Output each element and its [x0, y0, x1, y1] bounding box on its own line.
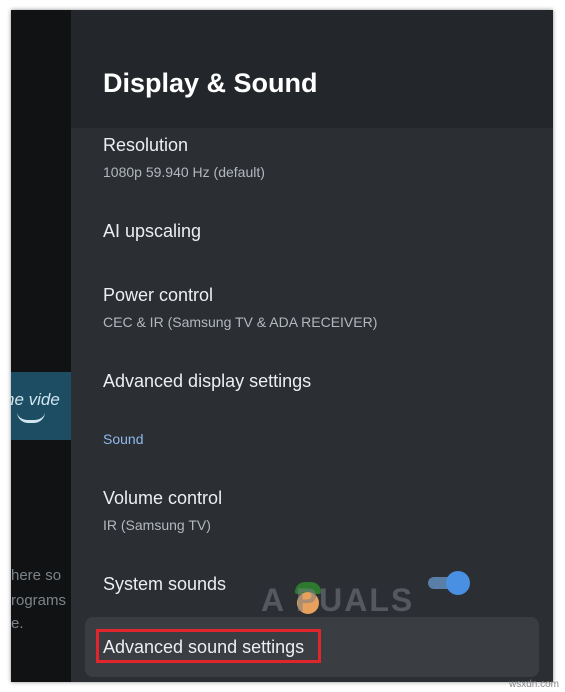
settings-item-volume-control[interactable]: Volume control IR (Samsung TV): [103, 488, 533, 533]
volume-control-value: IR (Samsung TV): [103, 517, 211, 533]
resolution-label: Resolution: [103, 135, 189, 155]
display-sound-settings-panel: Display & Sound Resolution 1080p 59.940 …: [71, 10, 553, 682]
volume-control-label: Volume control: [103, 488, 223, 508]
prime-video-tile-text: ne vide: [11, 390, 60, 409]
section-header-sound: Sound: [103, 431, 144, 447]
advanced-sound-label: Advanced sound settings: [103, 637, 305, 657]
prime-video-smile-icon: [17, 412, 45, 423]
settings-item-ai-upscaling[interactable]: AI upscaling: [103, 221, 533, 242]
background-text-line: here so: [11, 567, 62, 584]
settings-item-power-control[interactable]: Power control CEC & IR (Samsung TV & ADA…: [103, 285, 533, 330]
settings-item-resolution[interactable]: Resolution 1080p 59.940 Hz (default): [103, 135, 533, 180]
advanced-display-label: Advanced display settings: [103, 371, 312, 391]
settings-item-advanced-display[interactable]: Advanced display settings: [103, 371, 533, 392]
home-screen-background: ne vide here so rograms e.: [11, 10, 71, 682]
prime-video-tile[interactable]: ne vide: [11, 372, 71, 440]
source-credit: wsxdn.com: [508, 679, 559, 690]
page-title: Display & Sound: [103, 68, 318, 98]
panel-header: Display & Sound: [71, 10, 553, 128]
resolution-value: 1080p 59.940 Hz (default): [103, 164, 265, 180]
ai-upscaling-label: AI upscaling: [103, 221, 202, 241]
toggle-knob: [446, 571, 470, 595]
watermark-logo: A PUALS: [261, 582, 415, 618]
tv-screen: ne vide here so rograms e. Display & Sou…: [11, 10, 553, 682]
power-control-label: Power control: [103, 285, 214, 305]
background-text-line: e.: [11, 615, 24, 632]
system-sounds-toggle[interactable]: [426, 571, 470, 595]
background-text-line: rograms: [11, 592, 67, 609]
power-control-value: CEC & IR (Samsung TV & ADA RECEIVER): [103, 314, 378, 330]
